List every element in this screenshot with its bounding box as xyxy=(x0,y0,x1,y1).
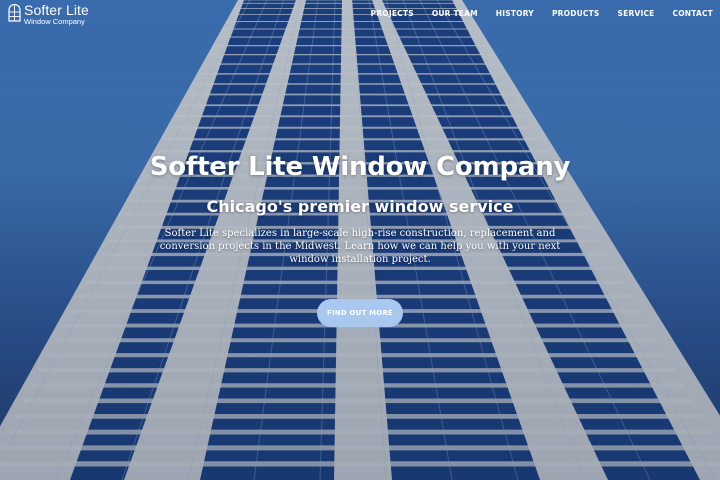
nav-history[interactable]: HISTORY xyxy=(496,9,534,18)
hero-title: Softer Lite Window Company xyxy=(149,152,571,182)
nav-service[interactable]: SERVICE xyxy=(618,9,655,18)
nav-contact[interactable]: CONTACT xyxy=(672,9,713,18)
hero-content: Softer Lite Window Company Chicago's pre… xyxy=(0,152,720,328)
arched-window-icon xyxy=(8,4,21,22)
nav-products[interactable]: PRODUCTS xyxy=(552,9,600,18)
find-out-more-button[interactable]: FIND OUT MORE xyxy=(317,299,403,328)
hero-description: Softer Lite specializes in large-scale h… xyxy=(159,228,561,265)
nav-projects[interactable]: PROJECTS xyxy=(371,9,414,18)
navbar: Softer Lite Window Company PROJECTS OUR … xyxy=(0,0,720,28)
nav-our-team[interactable]: OUR TEAM xyxy=(432,9,478,18)
nav-menu: PROJECTS OUR TEAM HISTORY PRODUCTS SERVI… xyxy=(353,9,713,18)
brand-logo[interactable]: Softer Lite Window Company xyxy=(8,3,89,26)
brand-name: Softer Lite xyxy=(24,2,89,18)
hero-subtitle: Chicago's premier window service xyxy=(206,197,514,216)
brand-subtitle: Window Company xyxy=(24,17,85,26)
